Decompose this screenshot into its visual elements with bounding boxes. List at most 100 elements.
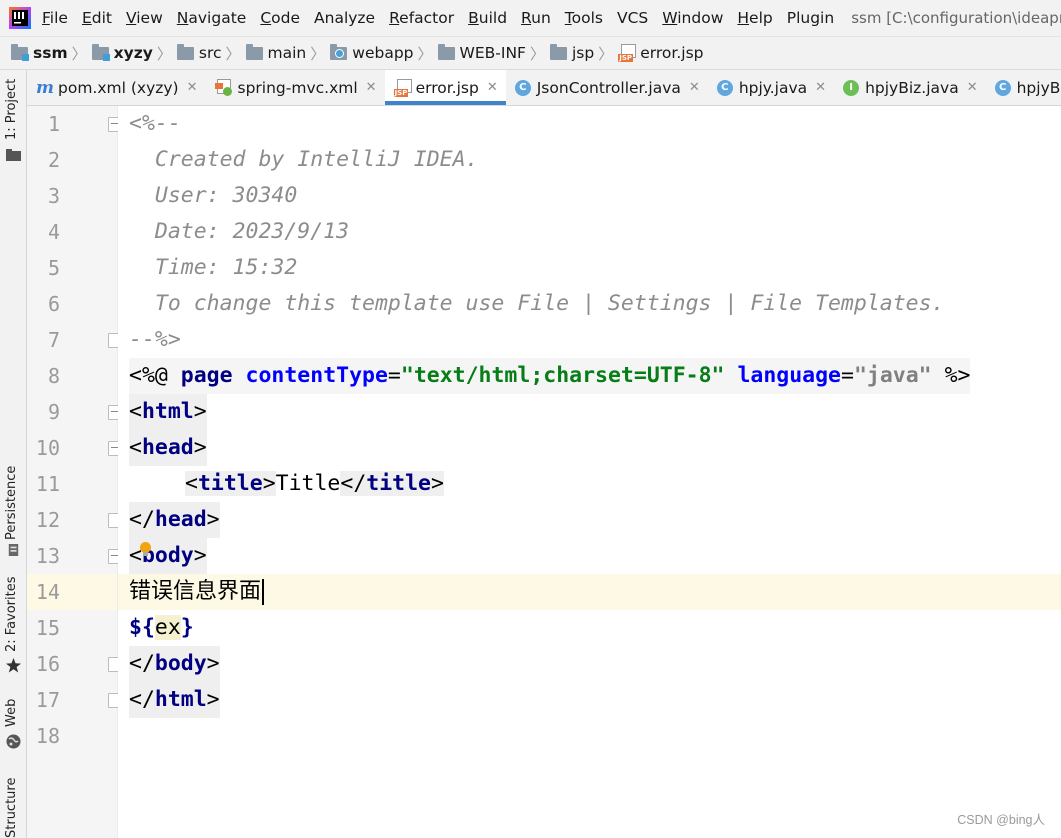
line-number: 6 [47, 292, 60, 316]
menu-label: Plugin [786, 9, 835, 27]
menu-plugin[interactable]: Plugin [780, 9, 841, 27]
tab-jsoncontroller-java[interactable]: C JsonController.java ✕ [506, 70, 708, 105]
line-number: 5 [47, 256, 60, 280]
line-number: 11 [35, 472, 60, 496]
jsp-comment: <%-- [129, 111, 181, 136]
folder-icon [437, 43, 455, 60]
close-icon[interactable]: ✕ [689, 80, 700, 95]
menu-label: indow [677, 9, 724, 27]
web-folder-icon [330, 43, 348, 60]
tab-label: spring-mvc.xml [237, 78, 358, 97]
close-icon[interactable]: ✕ [815, 80, 826, 95]
menu-mnemonic: W [662, 9, 678, 27]
code-line: <title>Title</title> [118, 466, 1061, 502]
jsp-comment: Date: 2023/9/13 [129, 219, 350, 244]
tool-window-web[interactable]: Web [4, 699, 19, 727]
menu-code[interactable]: Code [253, 9, 307, 27]
code-editor[interactable]: <%-- Created by IntelliJ IDEA. User: 303… [118, 106, 1061, 838]
breadcrumb-item-ssm[interactable]: ssm [11, 43, 68, 62]
class-icon: C [716, 79, 733, 96]
line-number: 9 [47, 400, 60, 424]
line-number: 18 [35, 724, 60, 748]
tool-window-project[interactable]: 1: Project [4, 79, 19, 140]
close-icon[interactable]: ✕ [187, 80, 198, 95]
breadcrumb-item-error-jsp[interactable]: JSP error.jsp [618, 44, 703, 62]
gutter-line: 11 [27, 466, 117, 502]
menu-mnemonic: F [42, 9, 50, 27]
menu-view[interactable]: View [119, 9, 170, 27]
menu-mnemonic: B [468, 9, 479, 27]
folder-icon [245, 43, 263, 60]
menu-label: iew [136, 9, 163, 27]
token: 错误信息界面 [129, 579, 262, 604]
code-line: Date: 2023/9/13 [118, 214, 1061, 250]
menu-window[interactable]: Window [655, 9, 730, 27]
menu-refactor[interactable]: Refactor [382, 9, 461, 27]
tool-window-persistence[interactable]: Persistence [4, 466, 19, 540]
gutter-line: 4 [27, 214, 117, 250]
breadcrumb-label: src [198, 44, 222, 62]
line-number-gutter[interactable]: 1 2 3 4 5 6 7 8 9 10 11 12 13 14 15 16 1… [27, 106, 121, 838]
breadcrumb-label: xyzy [113, 44, 153, 62]
menu-label: efactor [399, 9, 455, 27]
menu-tools[interactable]: Tools [558, 9, 610, 27]
breadcrumb: ssm 〉 xyzy 〉 src 〉 main 〉 webapp 〉 WEB-I… [0, 36, 1061, 70]
breadcrumb-item-xyzy[interactable]: xyzy [91, 43, 153, 62]
editor-tabs: m pom.xml (xyzy) ✕ spring-mvc.xml ✕ JSP … [27, 70, 1061, 106]
menu-mnemonic: H [737, 9, 750, 27]
close-icon[interactable]: ✕ [487, 80, 498, 95]
intention-bulb-icon[interactable] [140, 542, 151, 556]
persistence-icon[interactable] [6, 544, 21, 556]
line-number: 4 [47, 220, 60, 244]
gutter-line: 1 [27, 106, 121, 142]
menu-run[interactable]: Run [514, 9, 558, 27]
project-folder-icon[interactable] [6, 149, 21, 161]
tool-window-favorites[interactable]: 2: Favorites [4, 576, 19, 652]
tab-hpjybiz-java[interactable]: I hpjyBiz.java ✕ [834, 70, 986, 105]
menu-build[interactable]: Build [461, 9, 514, 27]
chevron-right-icon: 〉 [598, 44, 614, 63]
text-content: 错误信息界面 [129, 574, 265, 610]
menu-vcs[interactable]: VCS [610, 9, 655, 27]
tab-error-jsp[interactable]: JSP error.jsp ✕ [384, 70, 506, 105]
code-line: </body> [118, 646, 1061, 682]
tool-window-structure[interactable]: Structure [4, 778, 19, 838]
chevron-right-icon: 〉 [417, 44, 433, 63]
module-folder-icon [91, 43, 110, 61]
breadcrumb-item-webapp[interactable]: webapp [330, 43, 414, 62]
menu-edit[interactable]: Edit [75, 9, 119, 27]
menu-help[interactable]: Help [730, 9, 779, 27]
menu-bar: File Edit View Navigate Code Analyze Ref… [0, 0, 1061, 36]
breadcrumb-item-src[interactable]: src [176, 43, 222, 62]
tab-label: hpjy.java [738, 78, 808, 97]
tab-pom-xml[interactable]: m pom.xml (xyzy) ✕ [27, 70, 206, 105]
tab-spring-mvc-xml[interactable]: spring-mvc.xml ✕ [206, 70, 385, 105]
html-close-tag: </html> [129, 682, 220, 718]
close-icon[interactable]: ✕ [967, 80, 978, 95]
globe-icon[interactable] [6, 734, 21, 749]
token: %> [944, 363, 971, 388]
star-icon[interactable] [6, 658, 21, 673]
breadcrumb-item-main[interactable]: main [245, 43, 306, 62]
breadcrumb-label: ssm [33, 44, 68, 62]
line-number: 12 [35, 508, 60, 532]
text-caret [262, 579, 265, 605]
breadcrumb-item-jsp[interactable]: jsp [549, 43, 594, 62]
menu-analyze[interactable]: Analyze [307, 9, 382, 27]
menu-navigate[interactable]: Navigate [170, 9, 254, 27]
folder-icon [176, 43, 194, 60]
token: page [180, 363, 233, 388]
menu-label: elp [749, 9, 773, 27]
close-icon[interactable]: ✕ [366, 80, 377, 95]
class-icon: C [514, 79, 531, 96]
module-folder-icon [11, 43, 29, 61]
breadcrumb-item-web-inf[interactable]: WEB-INF [437, 43, 526, 62]
line-number: 3 [47, 184, 60, 208]
token: "text/html;charset=UTF-8" [400, 363, 725, 388]
code-line: Time: 15:32 [118, 250, 1061, 286]
tab-hpjybizimp[interactable]: C hpjyBizImp [986, 70, 1061, 105]
menu-file[interactable]: File [35, 9, 75, 27]
tab-hpjy-java[interactable]: C hpjy.java ✕ [708, 70, 834, 105]
menu-label: ools [571, 9, 603, 27]
